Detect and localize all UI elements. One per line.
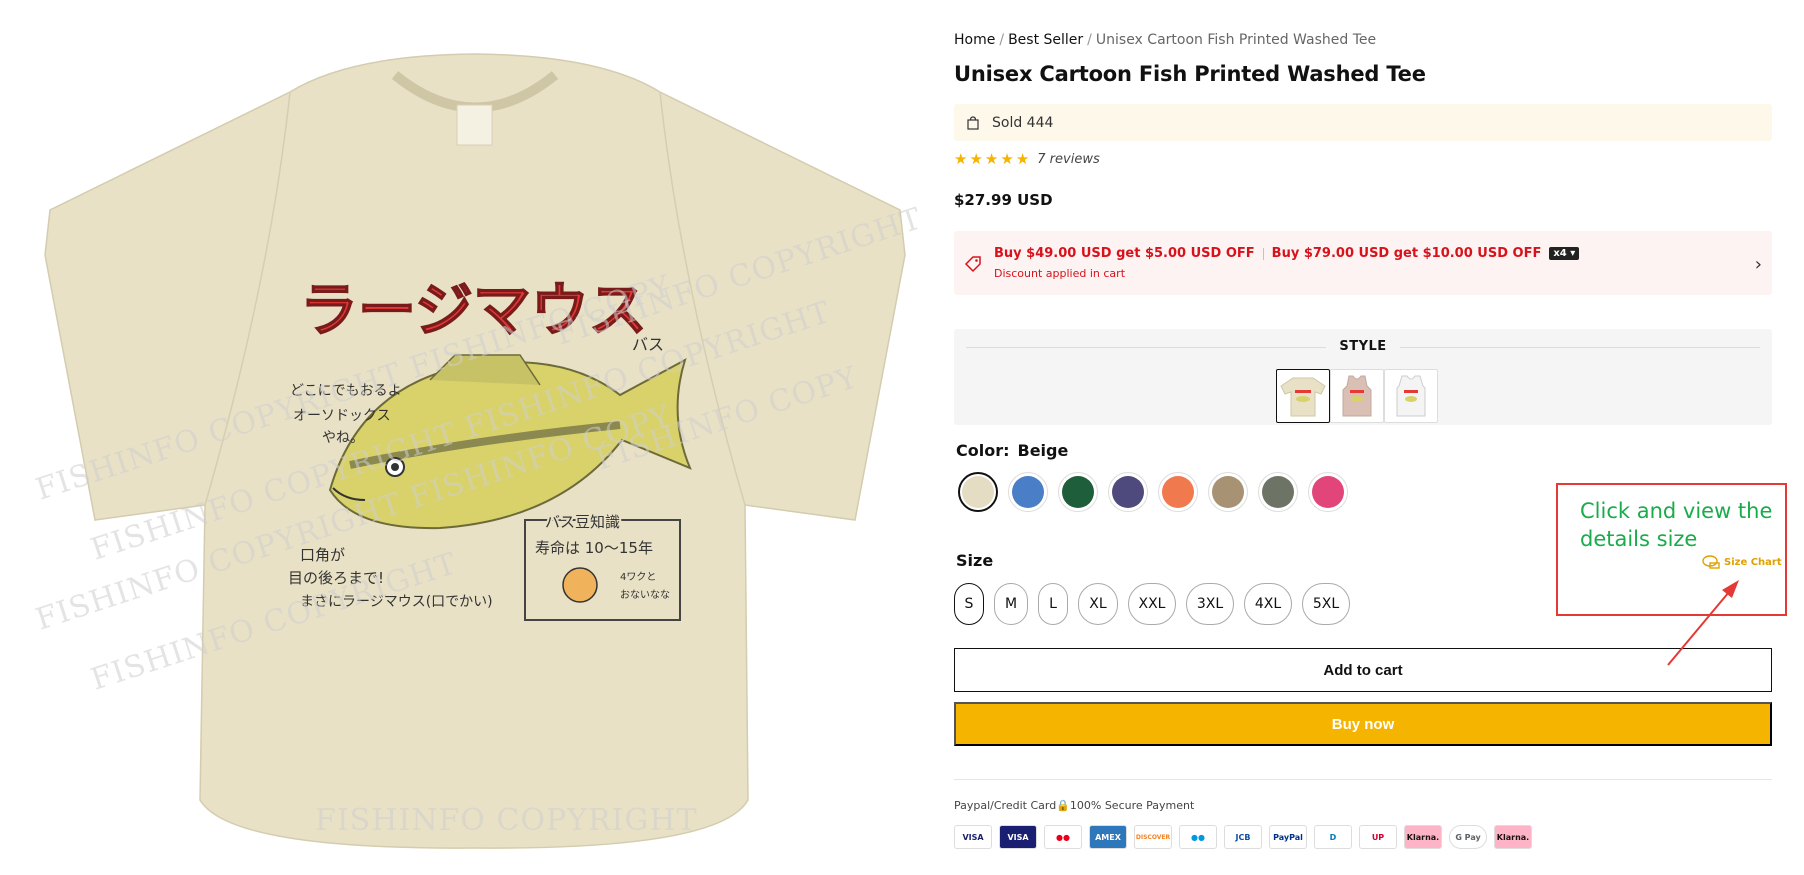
- tee-thumbnail: [1162, 476, 1194, 508]
- amex-icon: AMEX: [1089, 825, 1127, 849]
- size-chart-label: Size Chart: [1724, 556, 1782, 568]
- watermark-bottom: FISHINFO COPYRIGHT: [315, 803, 698, 838]
- product-title: Unisex Cartoon Fish Printed Washed Tee: [954, 62, 1426, 86]
- swatch-blue[interactable]: [1008, 472, 1048, 512]
- tee-thumbnail: [1280, 377, 1326, 417]
- tee-thumbnail: [1062, 476, 1094, 508]
- klarna-icon: Klarna.: [1404, 825, 1442, 849]
- tee-thumbnail: [1112, 476, 1144, 508]
- style-selector: STYLE: [954, 329, 1772, 425]
- style-thumb-sleeveless[interactable]: [1384, 369, 1438, 423]
- size-options: S M L XL XXL 3XL 4XL 5XL: [954, 583, 1350, 625]
- visa-icon: VISA: [954, 825, 992, 849]
- price-tag-icon: [964, 256, 981, 273]
- star-icon: ★: [1000, 150, 1014, 168]
- secure-payment-text: Paypal/Credit Card🔒100% Secure Payment: [954, 799, 1195, 812]
- swatch-pink[interactable]: [1308, 472, 1348, 512]
- color-swatches: [958, 472, 1348, 512]
- size-s[interactable]: S: [954, 583, 984, 625]
- discount-offer-1: Buy $49.00 USD get $5.00 USD OFF: [994, 246, 1255, 261]
- breadcrumb-current: Unisex Cartoon Fish Printed Washed Tee: [1095, 32, 1377, 48]
- star-icon: ★: [969, 150, 983, 168]
- swatch-orange[interactable]: [1158, 472, 1198, 512]
- rating[interactable]: ★ ★ ★ ★ ★ 7 reviews: [954, 152, 1100, 168]
- tee-thumbnail: [1212, 476, 1244, 508]
- chevron-right-icon[interactable]: ›: [1755, 254, 1762, 275]
- size-label: Size: [956, 551, 994, 570]
- unionpay-icon: UP: [1359, 825, 1397, 849]
- breadcrumb-best-seller[interactable]: Best Seller: [1008, 32, 1083, 48]
- size-3xl[interactable]: 3XL: [1186, 583, 1234, 625]
- sleeveless-thumbnail: [1396, 375, 1426, 417]
- sold-count: Sold 444: [992, 114, 1054, 131]
- breadcrumb: Home / Best Seller / Unisex Cartoon Fish Pri…: [954, 32, 1376, 48]
- discount-note: Discount applied in cart: [994, 267, 1126, 280]
- klarna-icon: Klarna.: [1494, 825, 1532, 849]
- size-5xl[interactable]: 5XL: [1302, 583, 1350, 625]
- breadcrumb-separator: /: [1087, 32, 1092, 48]
- tshirt-illustration: ラージマウス バス どこにでもおるよ オーソドックス やね。 口角が 目の後ろま…: [32, 53, 925, 849]
- offer-count-badge[interactable]: x4 ▾: [1549, 247, 1580, 260]
- product-image[interactable]: ラージマウス バス どこにでもおるよ オーソドックス やね。 口角が 目の後ろま…: [0, 0, 925, 875]
- divider: [1400, 347, 1760, 348]
- shopping-bag-icon: [967, 115, 979, 130]
- breadcrumb-home[interactable]: Home: [954, 32, 995, 48]
- svg-text:バス豆知識: バス豆知識: [545, 513, 620, 531]
- discount-offers: Buy $49.00 USD get $5.00 USD OFF Buy $79…: [994, 246, 1580, 261]
- add-to-cart-button[interactable]: Add to cart: [954, 648, 1772, 692]
- mastercard-icon: ●●: [1044, 825, 1082, 849]
- size-l[interactable]: L: [1038, 583, 1068, 625]
- star-icon: ★: [984, 150, 999, 168]
- swatch-beige[interactable]: [958, 472, 998, 512]
- reviews-link[interactable]: 7 reviews: [1037, 152, 1099, 167]
- svg-text:おないなな: おないなな: [620, 589, 670, 601]
- payment-methods: VISA VISA ●● AMEX DISCOVER ●● JCB PayPal…: [954, 825, 1532, 849]
- tee-thumbnail: [1312, 476, 1344, 508]
- size-xxl[interactable]: XXL: [1128, 583, 1176, 625]
- visa-electron-icon: VISA: [999, 825, 1037, 849]
- swatch-green[interactable]: [1058, 472, 1098, 512]
- divider: [954, 779, 1772, 780]
- svg-text:4ワクと: 4ワクと: [620, 571, 656, 583]
- size-4xl[interactable]: 4XL: [1244, 583, 1292, 625]
- buy-now-button[interactable]: Buy now: [954, 702, 1772, 746]
- discover-icon: DISCOVER: [1134, 825, 1172, 849]
- star-icon: ★: [1015, 150, 1030, 168]
- tank-thumbnail: [1342, 375, 1372, 417]
- selected-color: Beige: [1017, 441, 1069, 460]
- style-thumb-tank[interactable]: [1330, 369, 1384, 423]
- tee-thumbnail: [1012, 476, 1044, 508]
- annotation-text: Click and view the details size: [1580, 499, 1773, 551]
- discount-offer-2: Buy $79.00 USD get $10.00 USD OFF: [1271, 246, 1542, 261]
- color-label-text: Color:: [956, 441, 1010, 460]
- sold-count-banner: Sold 444: [954, 104, 1772, 141]
- discount-banner[interactable]: Buy $49.00 USD get $5.00 USD OFF Buy $79…: [954, 231, 1772, 295]
- jcb-icon: JCB: [1224, 825, 1262, 849]
- star-rating: ★ ★ ★ ★ ★: [954, 152, 1029, 167]
- product-price: $27.99 USD: [954, 191, 1053, 209]
- google-pay-icon: G Pay: [1449, 825, 1487, 849]
- size-chart-link[interactable]: Size Chart: [1702, 555, 1782, 569]
- maestro-icon: ●●: [1179, 825, 1217, 849]
- swatch-khaki[interactable]: [1208, 472, 1248, 512]
- tee-thumbnail: [1262, 476, 1294, 508]
- size-xl[interactable]: XL: [1078, 583, 1118, 625]
- tee-thumbnail: [962, 476, 994, 508]
- svg-text:やね。: やね。: [322, 430, 364, 446]
- breadcrumb-separator: /: [999, 32, 1005, 48]
- diners-club-icon: D: [1314, 825, 1352, 849]
- divider: [1262, 247, 1264, 260]
- svg-text:寿命は 10〜15年: 寿命は 10〜15年: [535, 539, 653, 557]
- style-thumb-tee[interactable]: [1276, 369, 1330, 423]
- size-m[interactable]: M: [994, 583, 1028, 625]
- swatch-purple[interactable]: [1108, 472, 1148, 512]
- paypal-icon: PayPal: [1269, 825, 1307, 849]
- ruler-icon: [1702, 555, 1720, 569]
- star-icon: ★: [954, 150, 968, 168]
- swatch-grey[interactable]: [1258, 472, 1298, 512]
- color-label: Color: Beige: [956, 441, 1068, 460]
